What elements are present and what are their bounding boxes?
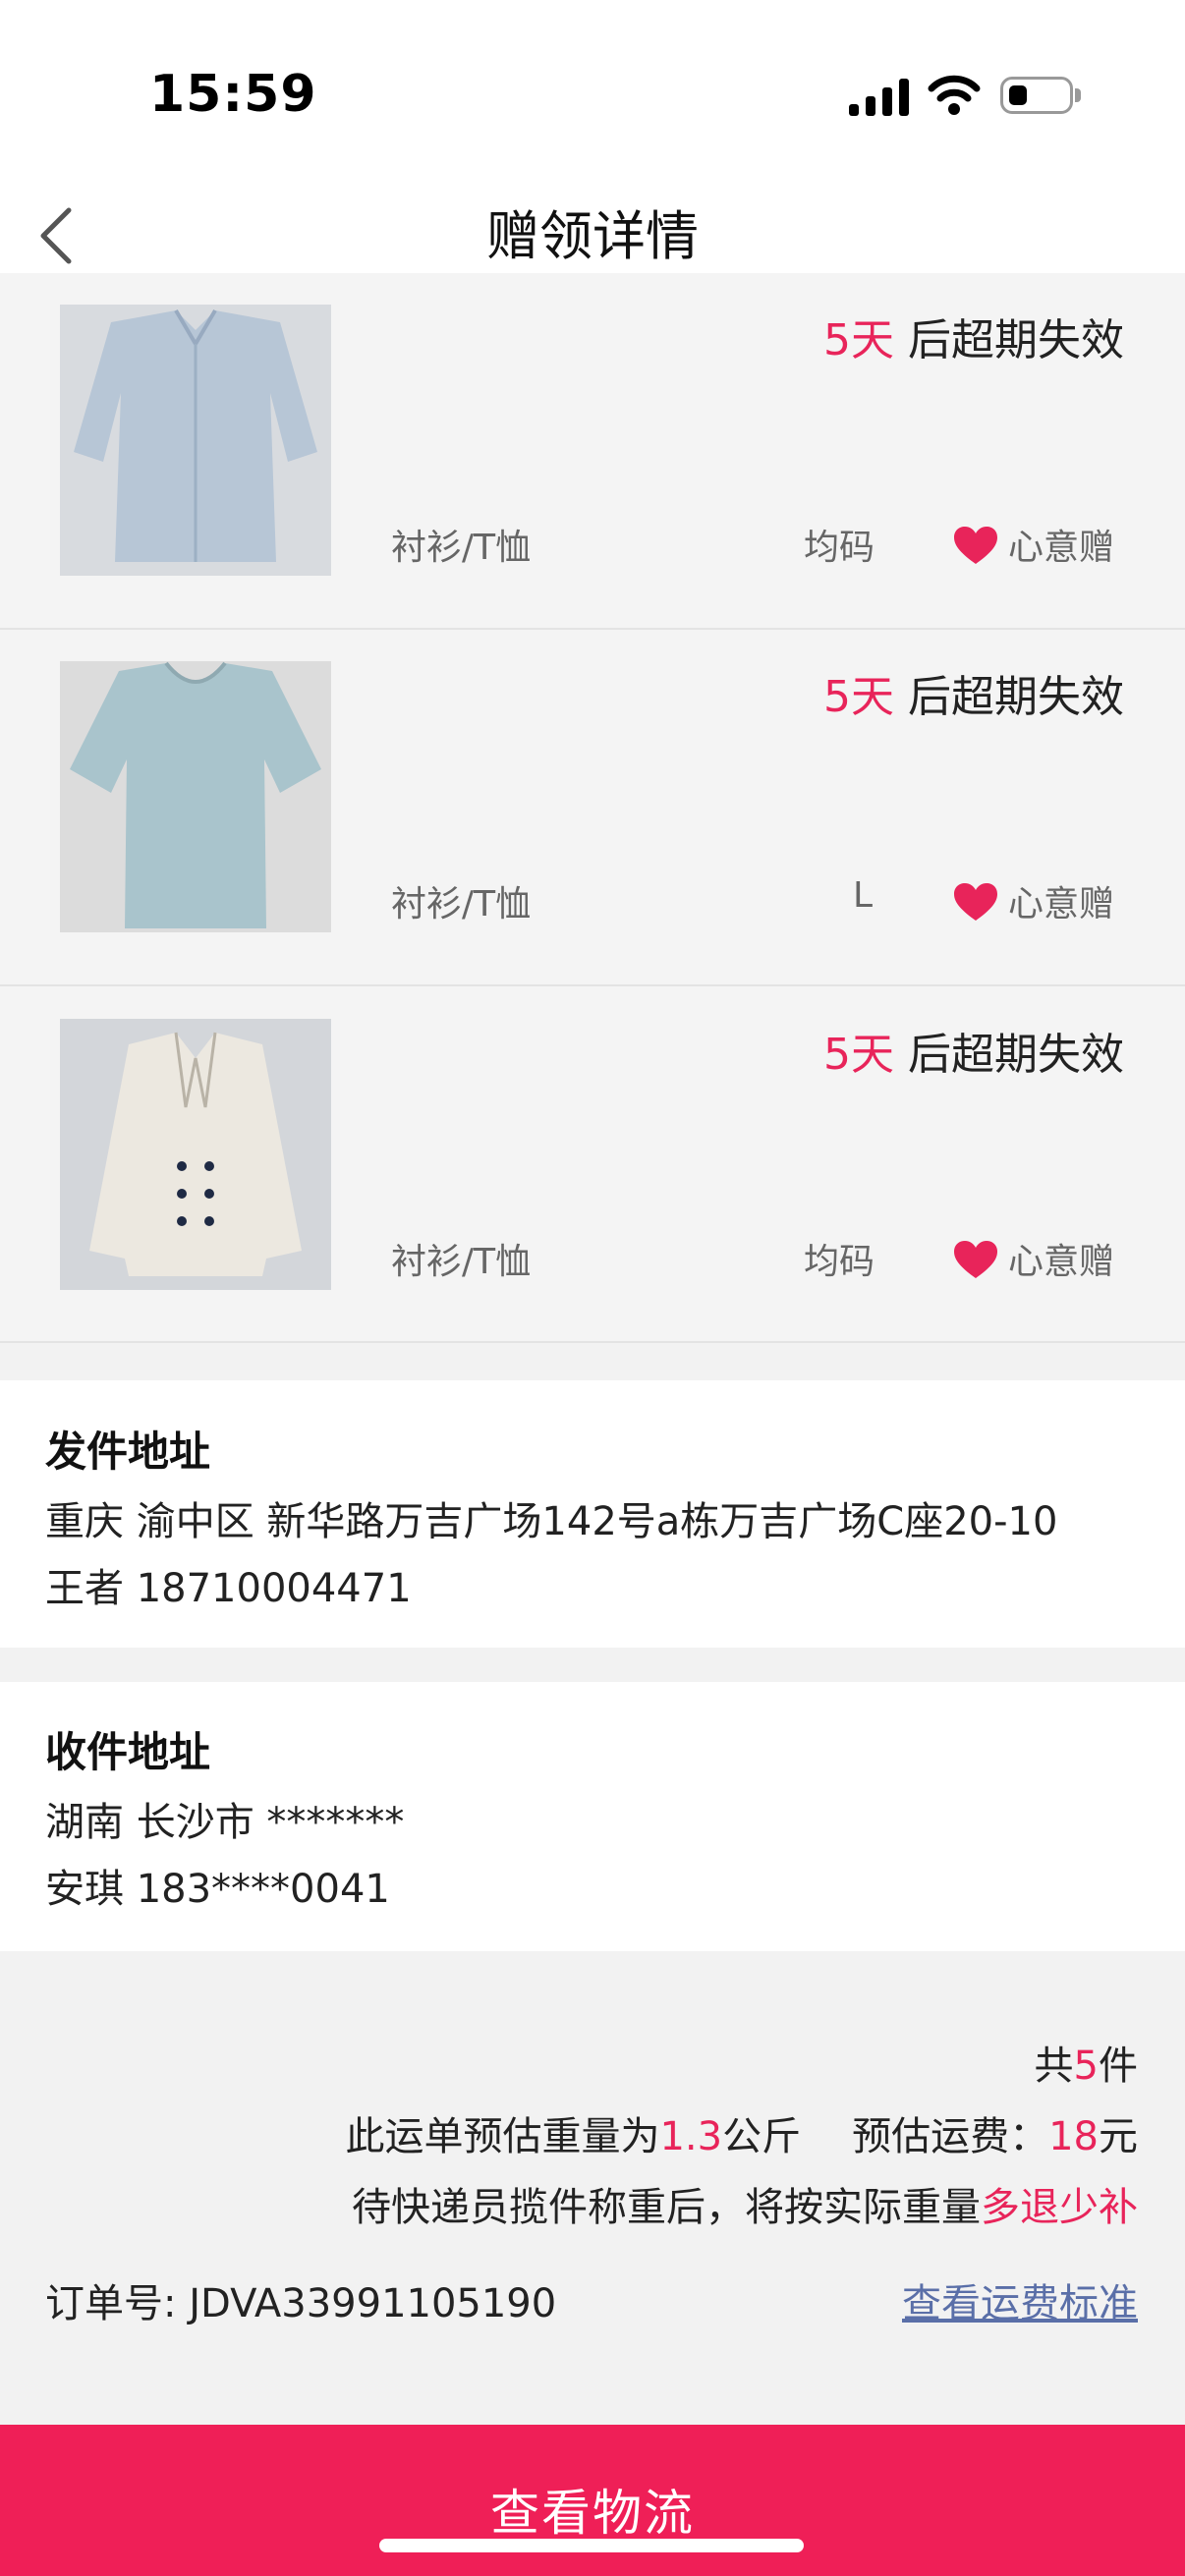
expiry-notice: 5天 后超期失效 [823,315,1124,365]
item-photo[interactable] [60,661,331,932]
item-photo[interactable] [60,305,331,576]
item-size: L [853,875,874,916]
receiver-address-title: 收件地址 [45,1728,211,1776]
item-photo[interactable] [60,1019,331,1290]
weight-fee-estimate: 此运单预估重量为1.3公斤 预估运费：18元 [345,2114,1138,2159]
order-number: 订单号: JDVA33991105190 [45,2281,557,2326]
sender-address: 重庆 渝中区 新华路万吉广场142号a栋万吉广场C座20-10 [45,1499,1058,1544]
view-logistics-label[interactable]: 查看物流 [0,2474,1185,2545]
receiver-contact: 安琪 183****0041 [45,1867,390,1912]
receiver-address: 湖南 长沙市 ******* [45,1800,405,1845]
heart-icon [954,1241,997,1278]
item-category: 衬衫/T恤 [391,528,532,568]
page-title: 赠领详情 [486,205,699,267]
shipping-fee-standard-link[interactable]: 查看运费标准 [902,2271,1138,2328]
heart-icon [954,883,997,921]
sender-address-title: 发件地址 [45,1428,211,1476]
item-category: 衬衫/T恤 [391,1242,532,1282]
gift-type-label: 心意赠 [1008,1242,1115,1282]
item-category: 衬衫/T恤 [391,884,532,924]
expiry-notice: 5天 后超期失效 [823,1030,1124,1080]
gift-type-label: 心意赠 [1008,884,1115,924]
weighing-note: 待快递员揽件称重后，将按实际重量多退少补 [352,2185,1138,2230]
cellular-signal-icon [849,77,910,116]
gift-type-label: 心意赠 [1008,528,1115,568]
item-count: 共5件 [1034,2044,1138,2089]
expiry-notice: 5天 后超期失效 [823,672,1124,722]
item-size: 均码 [804,528,875,568]
battery-icon [1000,77,1073,114]
wifi-icon [928,75,981,115]
status-time: 15:59 [149,65,317,124]
home-indicator[interactable] [379,2539,804,2552]
heart-icon [954,527,997,564]
item-size: 均码 [804,1242,875,1282]
sender-contact: 王者 18710004471 [45,1566,412,1611]
